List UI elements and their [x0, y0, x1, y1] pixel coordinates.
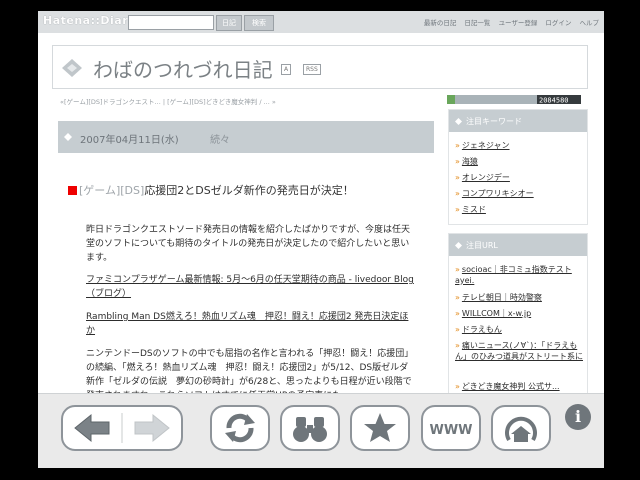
url-item[interactable]: » socioac｜非コミュ指数テスト ayei.	[455, 264, 583, 286]
blog-title[interactable]: わばのつれづれ日記	[93, 54, 273, 83]
entry-date[interactable]: 2007年04月11日(水)	[80, 131, 179, 146]
browser-toolbar: WWW i	[38, 393, 604, 468]
a-badge[interactable]: A	[281, 64, 292, 75]
keyword-box-title: 注目キーワード	[466, 117, 522, 126]
rss-badge[interactable]: RSS	[303, 64, 321, 75]
back-button[interactable]	[63, 407, 121, 449]
keyword-item[interactable]: » ミスド	[455, 204, 486, 215]
home-button[interactable]	[491, 405, 551, 451]
url-box-header: 注目URL	[449, 234, 587, 256]
keyword-item[interactable]: » ジェネジャン	[455, 140, 510, 151]
www-label: WWW	[429, 423, 472, 438]
home-icon	[505, 416, 537, 442]
entry-title-text[interactable]: 応援団2とDSゼルダ新作の発売日が決定！	[144, 184, 353, 197]
forward-button[interactable]	[123, 407, 181, 449]
url-item[interactable]: » どきどき魔女神判 公式サ...	[455, 381, 560, 392]
info-icon: i	[574, 407, 582, 426]
header-nav: 最新の日記 日記一覧 ユーザー登録 ログイン ヘルプ	[418, 17, 599, 27]
keyword-item[interactable]: » コンプワリキシオー	[455, 188, 534, 199]
url-item[interactable]: » ドラえもん	[455, 324, 502, 335]
search-binoculars-button[interactable]	[280, 405, 340, 451]
binoculars-icon	[293, 417, 327, 442]
nav-register[interactable]: ユーザー登録	[498, 19, 537, 27]
url-box: 注目URL » socioac｜非コミュ指数テスト ayei. » テレビ朝日｜時効…	[448, 233, 588, 395]
diary-search-button[interactable]: 日記	[216, 15, 242, 31]
diamond-bullet-icon	[455, 242, 462, 249]
reload-button[interactable]	[210, 405, 270, 451]
browser-screen: Hatena::Diary 日記 検索 最新の日記 日記一覧 ユーザー登録 ログ…	[38, 11, 604, 468]
url-item[interactable]: » テレビ朝日｜時効警察	[455, 292, 542, 303]
entry-link-rambling[interactable]: Rambling Man DS燃えろ！熱血リズム魂 押忍！闘え！応援団2 発売日…	[86, 310, 416, 338]
entry-date-tag: 続々	[210, 135, 230, 146]
entry-paragraph-1: 昨日ドラゴンクエストソード発売日の情報を紹介したばかりですが、今度は任天堂のソフ…	[86, 225, 411, 263]
back-arrow-icon	[74, 413, 110, 443]
breadcrumb[interactable]: «[ゲーム][DS]ドラゴンクエスト... | [ゲーム][DS]どきどき魔女神…	[60, 96, 276, 106]
reload-icon	[225, 413, 255, 443]
favorites-button[interactable]	[350, 405, 410, 451]
search-button[interactable]: 検索	[244, 15, 274, 31]
diamond-icon	[62, 59, 82, 77]
keyword-box: 注目キーワード » ジェネジャン » 海猿 » オレンジデー » コンプワリキシオー »…	[448, 109, 588, 225]
search-input[interactable]	[128, 15, 214, 30]
hatena-logo[interactable]: Hatena::Diary	[43, 14, 136, 27]
url-box-title: 注目URL	[466, 241, 498, 250]
www-button[interactable]: WWW	[421, 405, 481, 451]
diamond-bullet-icon	[64, 133, 72, 141]
diamond-bullet-icon	[455, 118, 462, 125]
url-item[interactable]: » 痛いニュース(ノ∀`)：「ドラえもん」のひみつ道具がストリート系に	[455, 340, 583, 362]
keyword-item[interactable]: » 海猿	[455, 156, 478, 167]
category-game[interactable]: [ゲーム]	[79, 184, 120, 197]
keyword-item[interactable]: » オレンジデー	[455, 172, 510, 183]
info-button[interactable]: i	[565, 404, 591, 430]
blog-title-box: わばのつれづれ日記 A RSS	[52, 45, 588, 89]
nav-latest[interactable]: 最新の日記	[424, 19, 457, 27]
site-header: Hatena::Diary 日記 検索 最新の日記 日記一覧 ユーザー登録 ログ…	[38, 11, 604, 33]
red-square-icon	[68, 186, 77, 195]
star-icon	[364, 413, 396, 442]
url-item[interactable]: » WILLCOM｜x-w.jp	[455, 308, 531, 319]
forward-arrow-icon	[134, 413, 170, 443]
nav-list[interactable]: 日記一覧	[464, 19, 490, 27]
keyword-box-header: 注目キーワード	[449, 110, 587, 132]
date-header: 2007年04月11日(水) 続々	[58, 121, 434, 153]
counter-value: 2084580	[539, 97, 569, 105]
entry-link-famicom[interactable]: ファミコンプラザゲーム最新情報: 5月〜6月の任天堂期待の商品 - livedo…	[86, 273, 416, 301]
nav-help[interactable]: ヘルプ	[580, 19, 600, 27]
access-counter: 2084580	[447, 95, 581, 104]
entry-title: [ゲーム][DS]応援団2とDSゼルダ新作の発売日が決定！	[68, 182, 354, 198]
category-ds[interactable]: [DS]	[120, 184, 144, 197]
nav-login[interactable]: ログイン	[545, 19, 571, 27]
www-svg: WWW	[429, 423, 472, 438]
